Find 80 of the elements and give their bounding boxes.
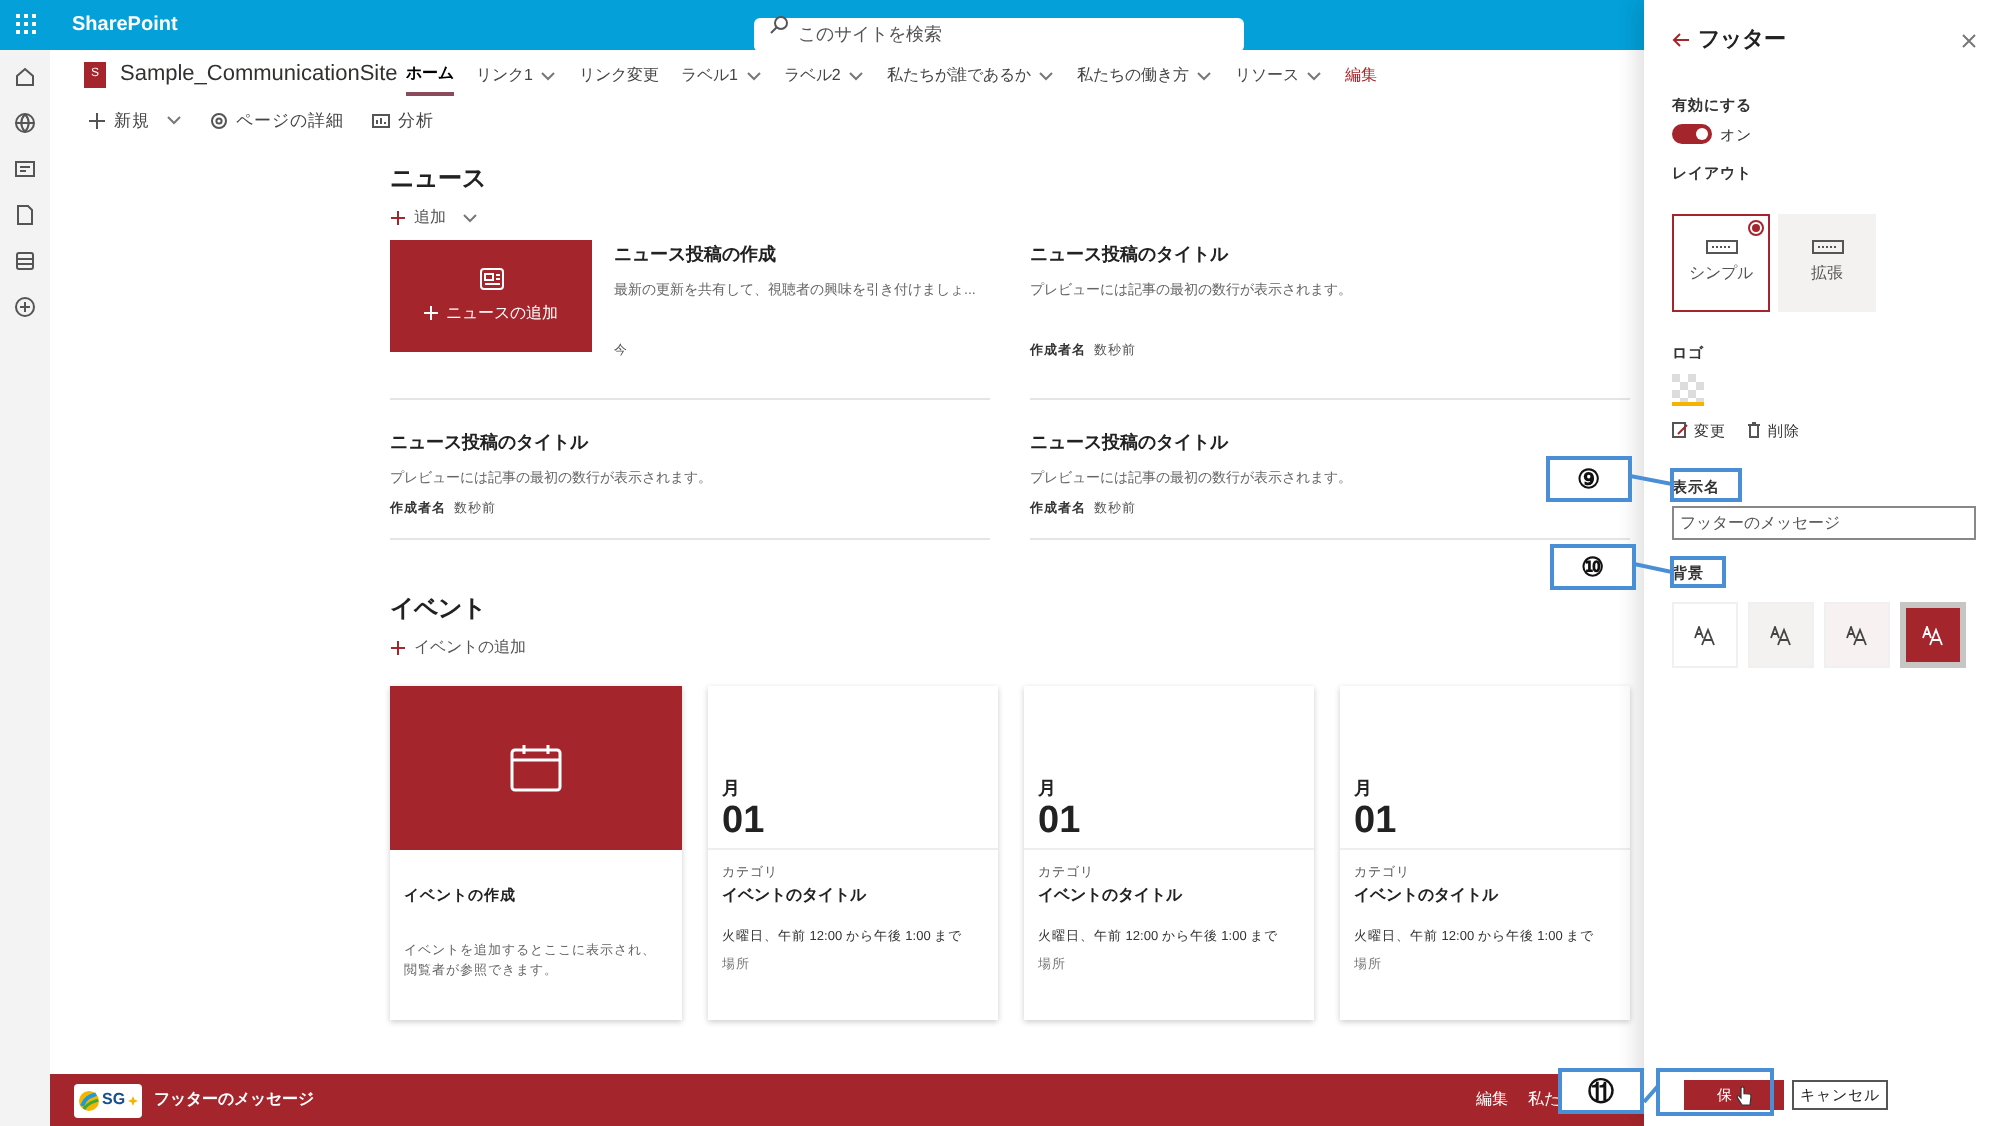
tile-label: ニュースの追加 [446,301,558,325]
chevron-down-icon [462,212,478,224]
font-icon [1769,625,1793,646]
page-icon[interactable] [14,204,36,226]
nav-link[interactable]: 編集 [1344,55,1377,95]
add-button[interactable]: 追加 [390,206,478,230]
section-heading: イベント [390,592,488,626]
search-icon [770,16,788,34]
nav-link[interactable]: 私たちが誰であるか [886,55,1055,95]
footer-logo: SG [74,1083,142,1117]
nav-link[interactable]: リソース [1234,55,1323,95]
swirl-icon [78,1089,100,1111]
highlight-frame [1670,556,1726,588]
layout-icon [1705,240,1737,255]
chart-icon [372,111,390,129]
plus-icon [390,210,406,226]
event-title[interactable]: イベントのタイトル [1354,883,1616,908]
event-day: 01 [1354,802,1616,840]
edit-icon [1672,422,1688,439]
layout-option[interactable]: シンプル [1672,214,1770,313]
command-button[interactable]: ページの詳細 [210,107,344,133]
nav-link[interactable]: リンク1 [476,55,557,95]
add-news-tile[interactable]: ニュースの追加 [390,240,592,352]
background-swatch[interactable] [1900,602,1966,669]
highlight-frame [1656,1068,1774,1116]
nav-link[interactable]: 私たちの働き方 [1076,55,1213,95]
display-name-field[interactable]: フッターのメッセージ [1672,506,1976,540]
callout-number: ⑩ [1550,544,1636,590]
radio-selected-icon [1748,220,1764,237]
nav-link[interactable]: ホーム [406,55,454,95]
callout-number: ⑨ [1546,456,1632,502]
highlight-frame [1670,468,1742,502]
layout-option[interactable]: 拡張 [1778,214,1876,313]
font-icon [1845,625,1869,646]
event-day: 01 [1038,802,1300,840]
nav-link[interactable]: ラベル2 [783,55,865,95]
database-icon[interactable] [14,250,36,272]
news-title[interactable]: ニュース投稿のタイトル [390,430,712,457]
news-icon[interactable] [14,158,36,180]
calendar-icon [510,744,562,792]
plus-icon [424,306,438,320]
event-day: 01 [722,802,984,840]
home-icon[interactable] [14,66,36,88]
close-icon[interactable] [1962,33,1976,48]
back-arrow-icon[interactable] [1672,32,1690,49]
search-field[interactable]: このサイトを検索 [754,17,1244,51]
command-button[interactable]: 新規 [88,107,182,133]
font-icon [1693,625,1717,646]
toggle-switch[interactable] [1672,124,1712,145]
add-icon[interactable] [14,296,36,318]
event-month: 月 [722,780,742,798]
layout-icon [1811,240,1843,255]
panel-title: フッター [1698,26,1786,56]
event-month: 月 [1354,780,1374,798]
hand-cursor-icon [1735,1085,1751,1105]
plus-icon [390,640,406,656]
event-month: 月 [1038,780,1058,798]
add-event-button[interactable]: イベントの追加 [390,636,526,660]
section-heading: ニュース [390,162,488,196]
callout-number: ⑪ [1558,1068,1644,1114]
news-title[interactable]: ニュース投稿のタイトル [1030,242,1352,269]
footer-link[interactable]: 私た [1528,1088,1560,1112]
news-title[interactable]: ニュース投稿のタイトル [1030,430,1352,457]
plus-icon [88,111,106,129]
footer-message: フッターのメッセージ [154,1088,314,1112]
command-button[interactable]: 分析 [372,107,434,133]
font-icon [1921,625,1945,646]
nav-link[interactable]: リンク変更 [578,55,659,95]
news-icon [479,267,503,289]
event-title[interactable]: イベントのタイトル [722,883,984,908]
logo-placeholder-icon [1672,373,1704,405]
app-launcher-icon[interactable] [16,14,38,36]
trash-icon [1746,422,1762,439]
footer-link[interactable]: 編集 [1476,1088,1508,1112]
nav-link[interactable]: ラベル1 [680,55,762,95]
star-icon [127,1095,138,1105]
globe-icon[interactable] [14,112,36,134]
event-title[interactable]: イベントのタイトル [1038,883,1300,908]
news-title[interactable]: ニュース投稿の作成 [614,242,976,269]
site-name[interactable]: Sample_CommunicationSite [120,58,394,92]
